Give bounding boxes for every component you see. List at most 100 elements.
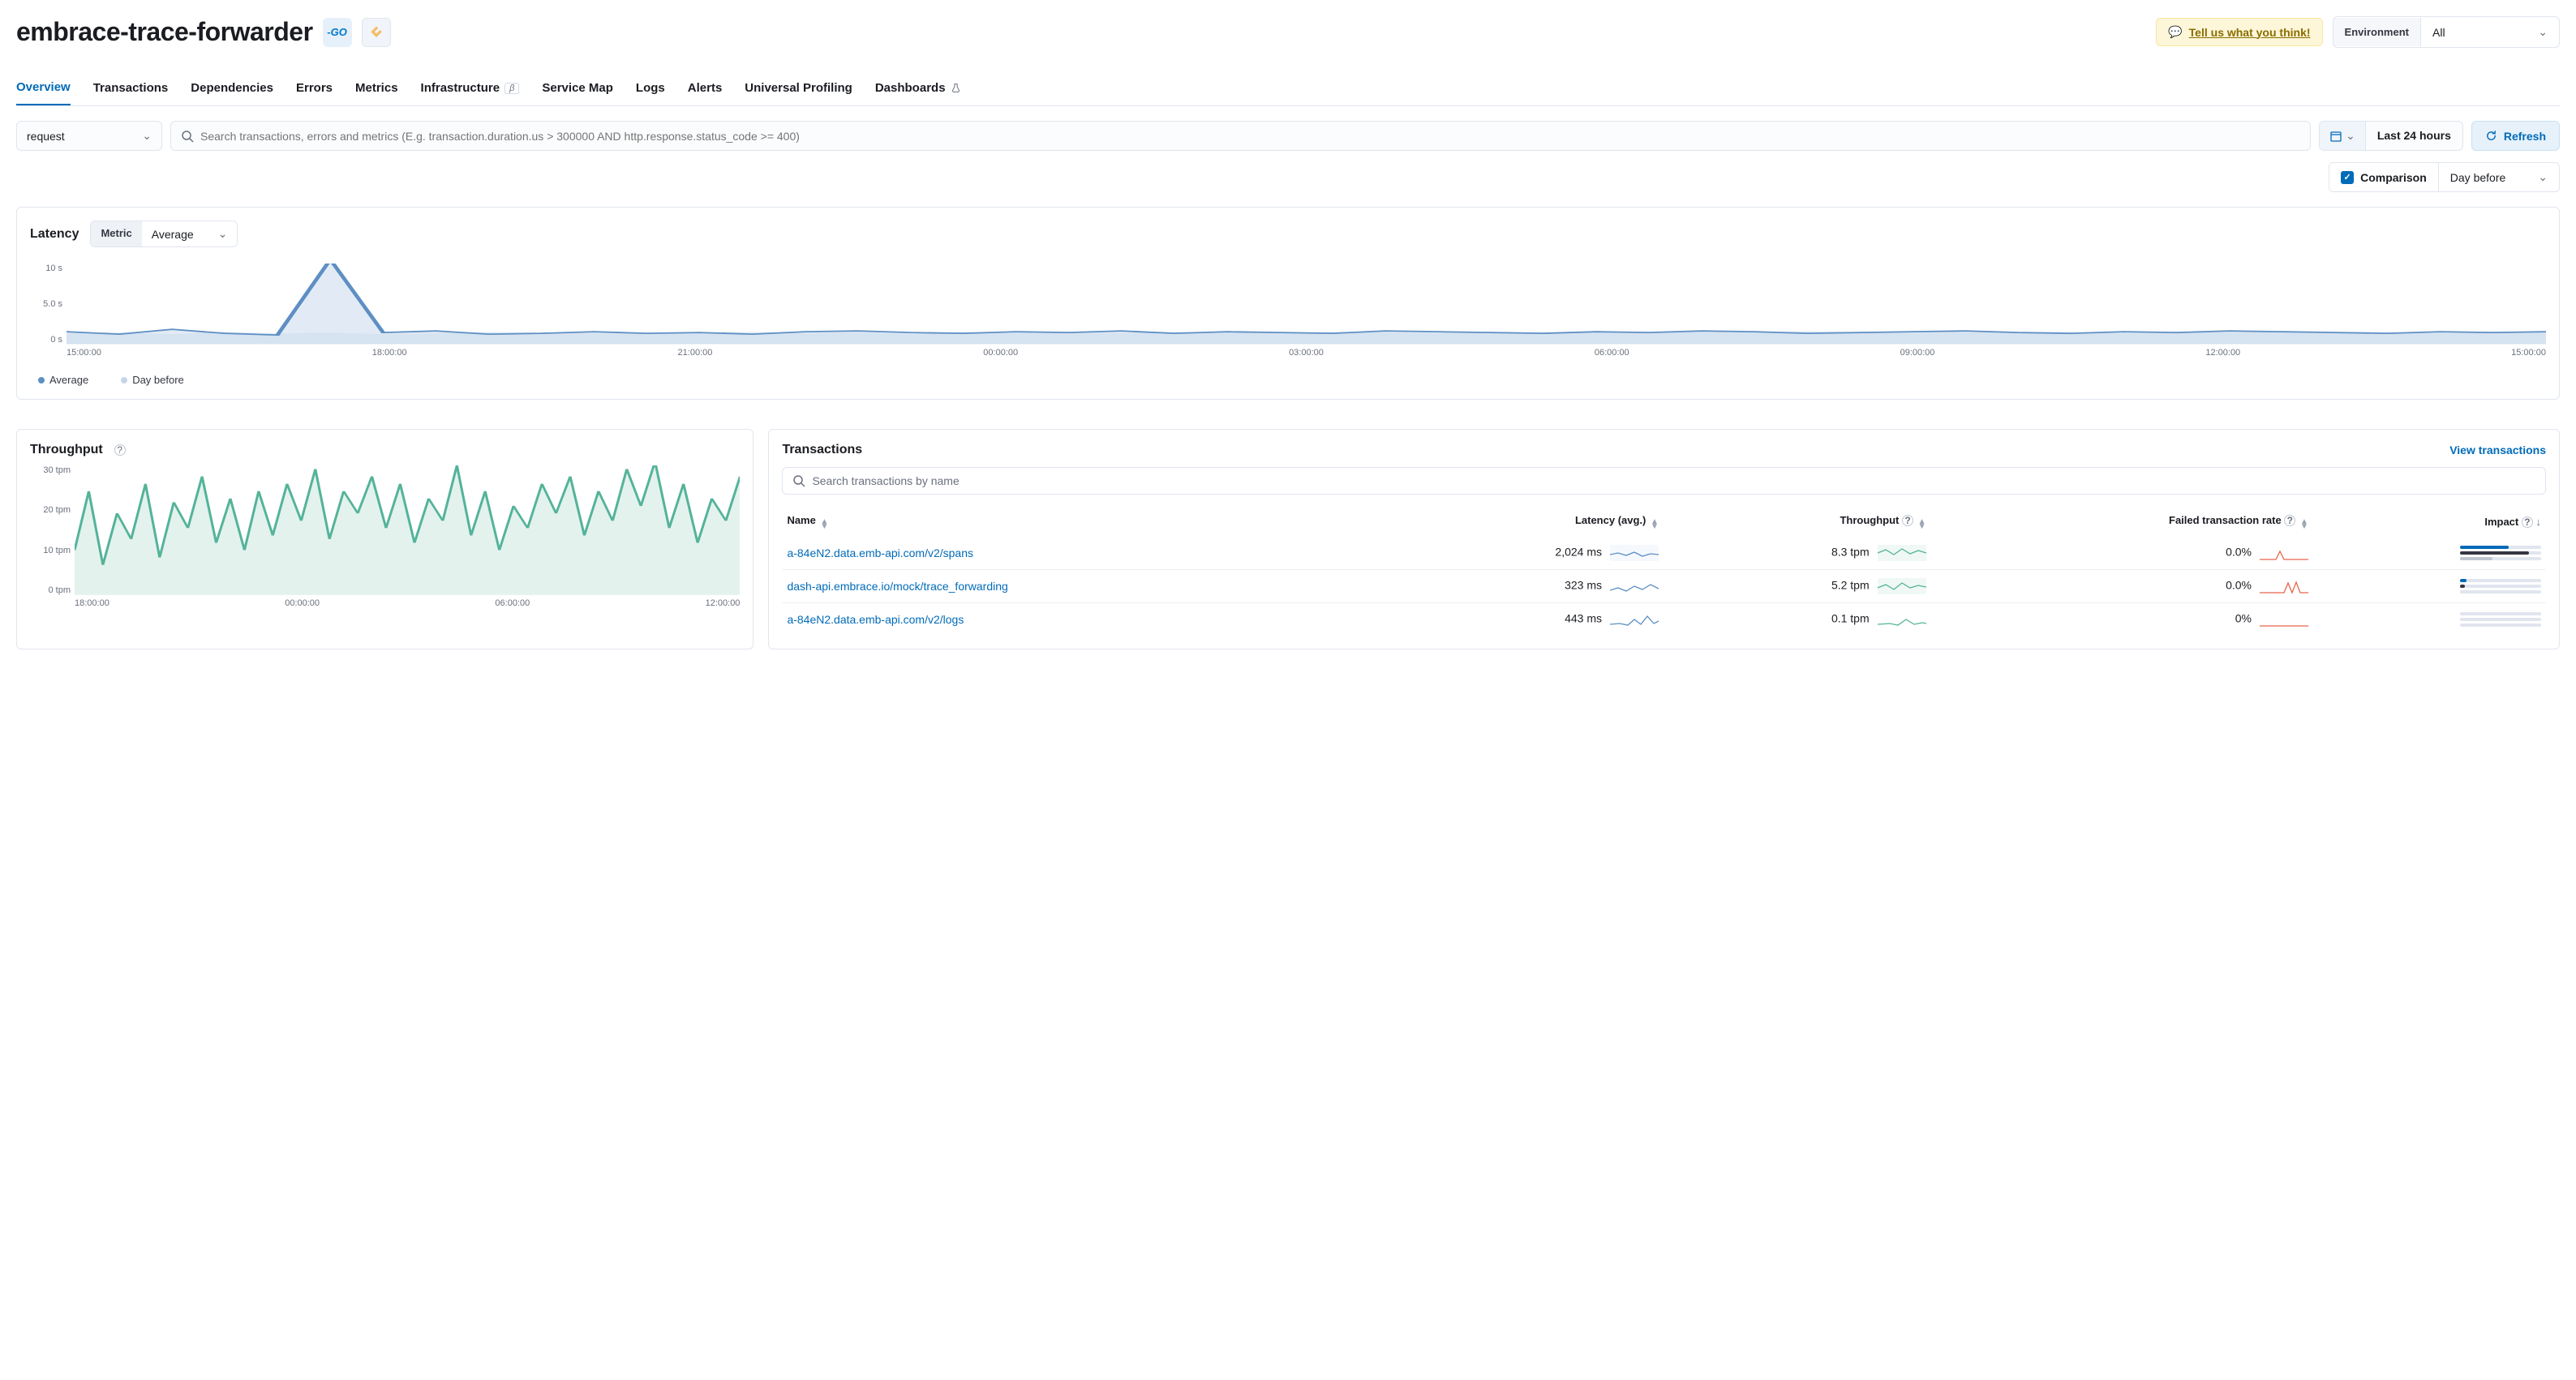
help-icon: ? [1902,515,1913,526]
opentelemetry-badge [362,18,391,47]
sort-icon: ▲▼ [1651,520,1659,529]
transaction-link[interactable]: a-84eN2.data.emb-api.com/v2/logs [787,613,964,626]
col-throughput[interactable]: Throughput ? ▲▼ [1664,508,1931,537]
sort-icon: ▲▼ [2300,520,2308,529]
refresh-button[interactable]: Refresh [2471,121,2560,151]
transactions-title: Transactions [782,443,862,457]
cell-throughput: 0.1 tpm [1664,603,1931,636]
tab-infrastructure[interactable]: Infrastructureβ [421,71,520,105]
transactions-panel: Transactions View transactions Search tr… [768,429,2560,649]
calendar-button[interactable]: ⌄ [2320,122,2366,150]
latency-x-axis: 15:00:0018:00:0021:00:0000:00:0003:00:00… [67,348,2546,358]
feedback-link[interactable]: Tell us what you think! [2189,26,2311,39]
metric-label: Metric [91,221,141,246]
transaction-link[interactable]: dash-api.embrace.io/mock/trace_forwardin… [787,580,1007,593]
col-latency[interactable]: Latency (avg.) ▲▼ [1373,508,1664,537]
checkbox-checked-icon: ✓ [2341,171,2354,184]
dot-icon [121,377,127,384]
comparison-controls: ✓ Comparison Day before ⌄ [16,162,2560,192]
chevron-down-icon: ⌄ [2346,129,2355,143]
throughput-header: Throughput ? [30,443,740,457]
metric-select[interactable]: Metric Average ⌄ [90,221,238,247]
transactions-header: Transactions View transactions [782,443,2546,457]
tab-universal-profiling[interactable]: Universal Profiling [745,71,852,105]
latency-y-axis: 10 s5.0 s0 s [30,264,62,345]
help-icon: ? [2284,515,2295,526]
latency-legend: Average Day before [38,374,2546,386]
flask-icon [951,83,961,93]
search-icon [181,130,194,143]
date-range-value[interactable]: Last 24 hours [2366,122,2462,150]
cell-failed: 0% [1931,603,2313,636]
throughput-x-axis: 18:00:0000:00:0006:00:0012:00:00 [75,598,740,608]
sort-icon: ▲▼ [820,520,828,529]
legend-day-before[interactable]: Day before [121,374,184,386]
latency-title: Latency [30,227,79,242]
col-name[interactable]: Name ▲▼ [782,508,1373,537]
tab-transactions[interactable]: Transactions [93,71,169,105]
filter-bar: request ⌄ ⌄ Last 24 hours Refresh [16,121,2560,151]
throughput-chart[interactable]: 30 tpm20 tpm10 tpm0 tpm 18:00:0000:00:00… [30,465,740,611]
comparison-checkbox[interactable]: ✓ Comparison [2329,163,2439,191]
transaction-link[interactable]: a-84eN2.data.emb-api.com/v2/spans [787,546,973,559]
throughput-y-axis: 30 tpm20 tpm10 tpm0 tpm [30,465,71,595]
feedback-banner[interactable]: 💬 Tell us what you think! [2156,18,2322,46]
search-input[interactable] [200,130,2300,143]
comparison-group: ✓ Comparison Day before ⌄ [2329,162,2560,192]
latency-chart[interactable]: 10 s5.0 s0 s 15:00:0018:00:0021:00:0000:… [30,264,2546,361]
chevron-down-icon: ⌄ [2538,170,2548,184]
col-impact[interactable]: Impact ? ↓ [2313,508,2546,537]
chevron-down-icon: ⌄ [142,129,152,143]
header-right: 💬 Tell us what you think! Environment Al… [2156,16,2560,48]
col-failed[interactable]: Failed transaction rate ? ▲▼ [1931,508,2313,537]
transactions-search-placeholder: Search transactions by name [812,474,959,487]
cell-throughput: 5.2 tpm [1664,570,1931,603]
environment-selector[interactable]: Environment All ⌄ [2333,16,2560,48]
latency-chart-body [67,264,2546,345]
tab-dashboards[interactable]: Dashboards [875,71,961,105]
sort-desc-icon: ↓ [2536,516,2542,528]
tab-errors[interactable]: Errors [296,71,333,105]
tab-alerts[interactable]: Alerts [688,71,723,105]
comment-icon: 💬 [2168,25,2182,39]
cell-failed: 0.0% [1931,537,2313,570]
cell-impact [2313,603,2546,636]
environment-value[interactable]: All ⌄ [2421,17,2559,47]
transaction-type-select[interactable]: request ⌄ [16,121,162,151]
dot-icon [38,377,45,384]
search-input-wrapper[interactable] [170,121,2311,151]
cell-throughput: 8.3 tpm [1664,537,1931,570]
cell-failed: 0.0% [1931,570,2313,603]
comparison-select[interactable]: Day before ⌄ [2439,163,2559,191]
go-lang-badge: -GO [323,18,352,47]
tab-dependencies[interactable]: Dependencies [191,71,273,105]
beta-badge: β [504,83,519,94]
throughput-panel: Throughput ? 30 tpm20 tpm10 tpm0 tpm 18:… [16,429,753,649]
date-picker[interactable]: ⌄ Last 24 hours [2319,121,2463,151]
tab-metrics[interactable]: Metrics [355,71,398,105]
view-transactions-link[interactable]: View transactions [2449,444,2546,456]
latency-panel: Latency Metric Average ⌄ 10 s5.0 s0 s 15… [16,207,2560,400]
help-icon: ? [2522,516,2533,528]
tab-overview[interactable]: Overview [16,71,71,105]
nav-tabs: Overview Transactions Dependencies Errors Me… [16,71,2560,106]
transactions-table: Name ▲▼ Latency (avg.) ▲▼ Throughput ? ▲… [782,508,2546,636]
throughput-chart-body [75,465,740,595]
tab-service-map[interactable]: Service Map [542,71,613,105]
calendar-icon [2329,130,2342,143]
table-row: a-84eN2.data.emb-api.com/v2/logs 443 ms 0… [782,603,2546,636]
cell-latency: 443 ms [1373,603,1664,636]
cell-latency: 323 ms [1373,570,1664,603]
metric-value[interactable]: Average ⌄ [142,221,238,246]
help-icon[interactable]: ? [114,444,126,456]
cell-impact [2313,537,2546,570]
search-icon [792,474,805,487]
table-row: dash-api.embrace.io/mock/trace_forwardin… [782,570,2546,603]
transactions-search[interactable]: Search transactions by name [782,467,2546,495]
legend-average[interactable]: Average [38,374,88,386]
cell-latency: 2,024 ms [1373,537,1664,570]
page-header: embrace-trace-forwarder -GO 💬 Tell us wh… [16,0,2560,56]
page-title: embrace-trace-forwarder [16,17,313,47]
tab-logs[interactable]: Logs [636,71,665,105]
latency-header: Latency Metric Average ⌄ [30,221,2546,247]
